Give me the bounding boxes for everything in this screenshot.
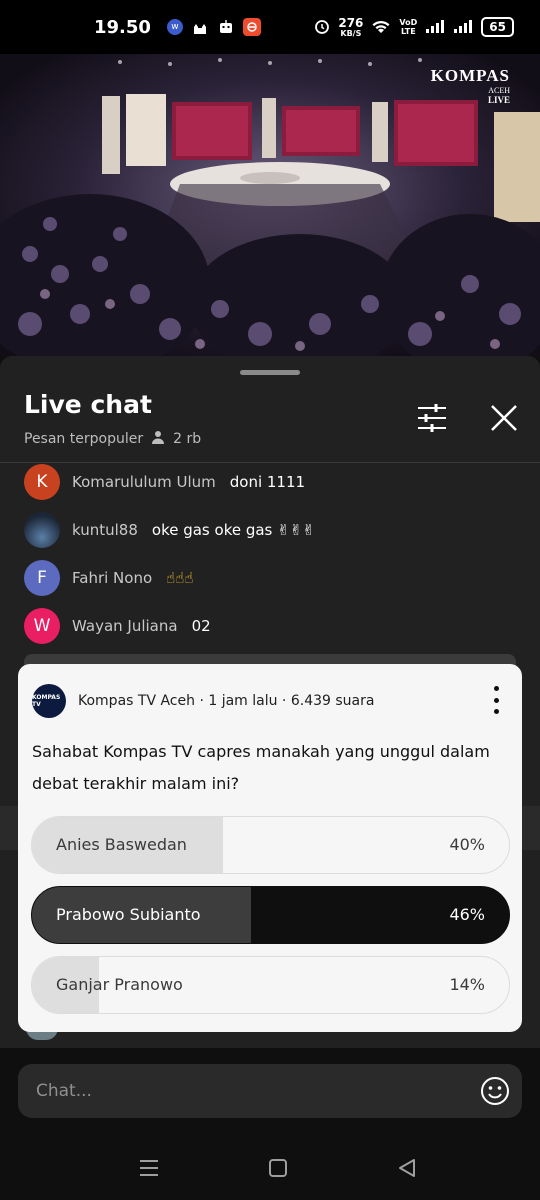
message-text: ☝☝☝ (166, 569, 194, 587)
volte-bottom: LTE (401, 27, 416, 36)
chat-message[interactable]: kuntul88 oke gas oke gas ✌✌✌ (24, 512, 315, 548)
poll-option-percent: 46% (449, 905, 485, 924)
video-player[interactable]: KOMPAS ACEH LIVE (0, 54, 540, 356)
home-icon[interactable] (268, 1158, 290, 1178)
notification-icons: w (166, 18, 261, 36)
poll-card: KOMPAS TV Kompas TV Aceh · 1 jam lalu · … (18, 664, 522, 1032)
app-notification-icon: w (166, 19, 183, 35)
chat-mode-label: Pesan terpopuler (24, 431, 144, 447)
chat-message[interactable]: F Fahri Nono ☝☝☝ (24, 560, 194, 596)
tune-icon[interactable] (414, 402, 450, 434)
poll-header: KOMPAS TV Kompas TV Aceh · 1 jam lalu · … (32, 684, 374, 718)
poll-meta: Kompas TV Aceh · 1 jam lalu · 6.439 suar… (78, 693, 375, 709)
volte-indicator: VoD LTE (399, 18, 417, 36)
chat-message[interactable]: W Wayan Juliana 02 (24, 608, 211, 644)
poll-option[interactable]: Anies Baswedan 40% (31, 816, 510, 874)
poll-question: Sahabat Kompas TV capres manakah yang un… (32, 742, 490, 793)
poll-option-percent: 40% (449, 835, 485, 854)
signal-1-icon (425, 18, 445, 37)
poll-option-label: Anies Baswedan (56, 835, 187, 854)
header-divider (0, 462, 540, 463)
network-speed: 276 KB/S (338, 17, 363, 38)
alarm-icon (314, 18, 330, 37)
channel-logo: KOMPAS ACEH LIVE (431, 66, 510, 105)
avatar: W (24, 608, 60, 644)
system-nav-bar (0, 1144, 540, 1200)
more-vert-icon[interactable] (492, 686, 500, 714)
channel-logo-name: KOMPAS (430, 66, 510, 85)
message-author: Fahri Nono (72, 569, 153, 587)
status-bar: 19.50 w 276 KB/S VoD LTE 65 (0, 0, 540, 54)
poll-option-label: Prabowo Subianto (56, 905, 201, 924)
poll-option-label: Ganjar Pranowo (56, 975, 183, 994)
avatar-letter: F (37, 568, 47, 588)
message-text: doni 1111 (229, 473, 306, 491)
poll-option[interactable]: Ganjar Pranowo 14% (31, 956, 510, 1014)
system-status-icons: 276 KB/S VoD LTE 65 (314, 17, 514, 38)
message-author: Komarululum Ulum (72, 473, 216, 491)
viewer-count: 2 rb (173, 431, 202, 447)
message-text: 02 (191, 617, 211, 635)
drag-handle[interactable] (240, 370, 300, 375)
close-icon[interactable] (486, 400, 522, 436)
network-speed-unit: KB/S (340, 28, 362, 38)
message-author: Wayan Juliana (72, 617, 178, 635)
signal-2-icon (453, 18, 473, 37)
person-icon (151, 430, 165, 448)
back-icon[interactable] (396, 1158, 418, 1178)
robot-notification-icon (217, 18, 235, 36)
message-author: kuntul88 (72, 521, 138, 539)
poll-option[interactable]: Prabowo Subianto 46% (31, 886, 510, 944)
chat-title: Live chat (24, 390, 152, 419)
channel-logo-region: ACEH (488, 86, 510, 95)
chat-mode-selector[interactable]: Pesan terpopuler 2 rb (24, 430, 201, 448)
poll-option-percent: 14% (449, 975, 485, 994)
avatar-letter: W (33, 616, 51, 636)
avatar (24, 512, 60, 548)
status-time: 19.50 (94, 16, 151, 38)
network-speed-value: 276 (338, 15, 364, 30)
shop-notification-icon (242, 18, 261, 36)
avatar: K (24, 464, 60, 500)
emoji-icon[interactable] (480, 1076, 510, 1106)
recent-apps-icon[interactable] (138, 1158, 160, 1178)
avatar: F (24, 560, 60, 596)
message-text: oke gas oke gas ✌✌✌ (151, 521, 315, 539)
live-label: LIVE (487, 95, 510, 105)
avatar-letter: K (36, 472, 48, 492)
chat-message[interactable]: K Komarululum Ulum doni 1111 (24, 464, 305, 500)
battery-indicator: 65 (481, 17, 514, 37)
mosque-notification-icon (191, 18, 209, 36)
wifi-icon (371, 18, 391, 37)
channel-avatar[interactable]: KOMPAS TV (32, 684, 66, 718)
chat-input[interactable] (18, 1064, 522, 1118)
volte-top: VoD (399, 18, 418, 27)
